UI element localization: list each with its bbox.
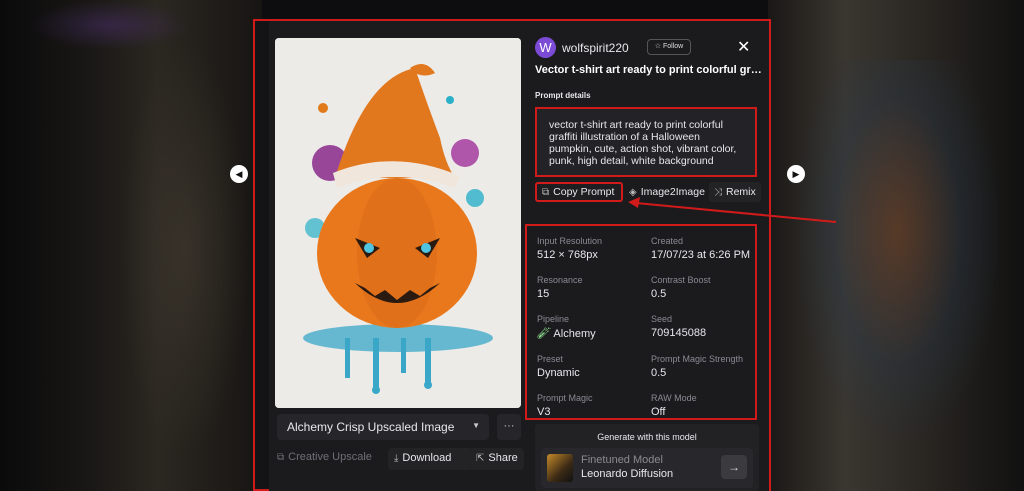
chevron-down-icon: ▼ (472, 421, 480, 430)
detail-input-resolution: Input Resolution 512 × 768px (537, 236, 602, 261)
detail-seed: Seed 709145088 (651, 314, 706, 339)
detail-value: V3 (537, 406, 551, 418)
download-button[interactable]: ⤓ Download (388, 448, 473, 470)
detail-raw-mode: RAW Mode Off (651, 393, 697, 418)
model-name: Leonardo Diffusion (581, 468, 674, 480)
next-image-button[interactable]: ▶ (787, 165, 805, 183)
alchemy-icon: 🧪︎ (537, 328, 551, 340)
download-label: Download (402, 452, 452, 464)
username-link[interactable]: wolfspirit220 (562, 41, 629, 55)
upscale-icon: ⧉ (277, 452, 285, 463)
detail-prompt-magic-strength: Prompt Magic Strength 0.5 (651, 354, 743, 379)
download-icon: ⤓ (394, 453, 399, 464)
detail-value: 0.5 (651, 288, 667, 300)
follow-button[interactable]: ☆ Follow (647, 39, 691, 55)
detail-contrast-boost: Contrast Boost 0.5 (651, 275, 711, 300)
detail-value: 0.5 (651, 367, 667, 379)
detail-value: 15 (537, 288, 550, 300)
star-icon: ☆ (654, 43, 662, 50)
detail-key: Pipeline (537, 314, 570, 324)
copy-icon: ⧉ (542, 187, 550, 198)
detail-value: Off (651, 406, 666, 418)
detail-key: Prompt Magic Strength (651, 354, 744, 364)
blurred-background-right (768, 0, 1024, 491)
layers-icon: ◈ (629, 187, 637, 198)
model-thumbnail (547, 454, 573, 482)
detail-key: Input Resolution (537, 236, 603, 246)
generated-image[interactable] (275, 38, 521, 408)
modal-content: Alchemy Crisp Upscaled Image ▼ ··· ⧉ Crea… (269, 21, 769, 491)
detail-value: Dynamic (537, 367, 580, 379)
generate-with-model-heading: Generate with this model (597, 432, 697, 442)
blurred-glow (30, 0, 190, 50)
pumpkin-illustration (275, 38, 521, 408)
copy-prompt-button[interactable]: ⧉ Copy Prompt (535, 182, 623, 202)
image-title: Vector t-shirt art ready to print colorf… (535, 64, 765, 76)
detail-created: Created 17/07/23 at 6:26 PM (651, 236, 750, 261)
share-button[interactable]: ⇱ Share (470, 448, 524, 470)
image-version-label: Alchemy Crisp Upscaled Image (287, 420, 455, 434)
prompt-details-heading: Prompt details (535, 91, 591, 100)
blurred-background-left (0, 0, 262, 491)
detail-key: Prompt Magic (537, 393, 593, 403)
detail-key: Seed (651, 314, 673, 324)
more-options-button[interactable]: ··· (497, 414, 521, 440)
detail-key: Contrast Boost (651, 275, 711, 285)
creative-upscale-label: Creative Upscale (288, 451, 372, 463)
detail-preset: Preset Dynamic (537, 354, 580, 379)
shuffle-icon: ⤨ (714, 187, 722, 198)
detail-key: RAW Mode (651, 393, 697, 403)
prompt-text: vector t-shirt art ready to print colorf… (535, 107, 757, 177)
detail-key: Created (651, 236, 684, 246)
detail-value: 709145088 (651, 327, 707, 339)
detail-key: Resonance (537, 275, 583, 285)
remix-button[interactable]: ⤨ Remix (709, 182, 761, 202)
avatar[interactable]: W (535, 37, 556, 58)
image-version-select[interactable]: Alchemy Crisp Upscaled Image ▼ (277, 414, 489, 440)
model-card[interactable]: Finetuned Model Leonardo Diffusion → (541, 448, 753, 488)
copy-prompt-label: Copy Prompt (553, 186, 615, 198)
share-icon: ⇱ (476, 453, 485, 464)
detail-key: Preset (537, 354, 564, 364)
follow-label: Follow (663, 43, 684, 50)
arrow-right-icon[interactable]: → (721, 455, 747, 479)
image2image-label: Image2Image (640, 186, 705, 198)
share-label: Share (488, 452, 518, 464)
detail-resonance: Resonance 15 (537, 275, 583, 300)
detail-value: 🧪︎ Alchemy (537, 327, 596, 340)
image-detail-modal: Alchemy Crisp Upscaled Image ▼ ··· ⧉ Crea… (253, 19, 771, 491)
close-icon[interactable]: ✕ (737, 37, 750, 57)
detail-value: 17/07/23 at 6:26 PM (651, 249, 751, 261)
model-type: Finetuned Model (581, 454, 663, 466)
detail-value: 512 × 768px (537, 249, 598, 261)
detail-pipeline: Pipeline 🧪︎ Alchemy (537, 314, 596, 340)
remix-label: Remix (726, 186, 756, 198)
creative-upscale-button[interactable]: ⧉ Creative Upscale (277, 451, 372, 463)
previous-image-button[interactable]: ◀ (230, 165, 248, 183)
generate-with-model-panel: Generate with this model Finetuned Model… (535, 424, 759, 491)
pipeline-value: Alchemy (553, 328, 596, 340)
image2image-button[interactable]: ◈ Image2Image (624, 182, 708, 202)
generation-details: Input Resolution 512 × 768px Created 17/… (525, 224, 757, 420)
detail-prompt-magic: Prompt Magic V3 (537, 393, 593, 418)
